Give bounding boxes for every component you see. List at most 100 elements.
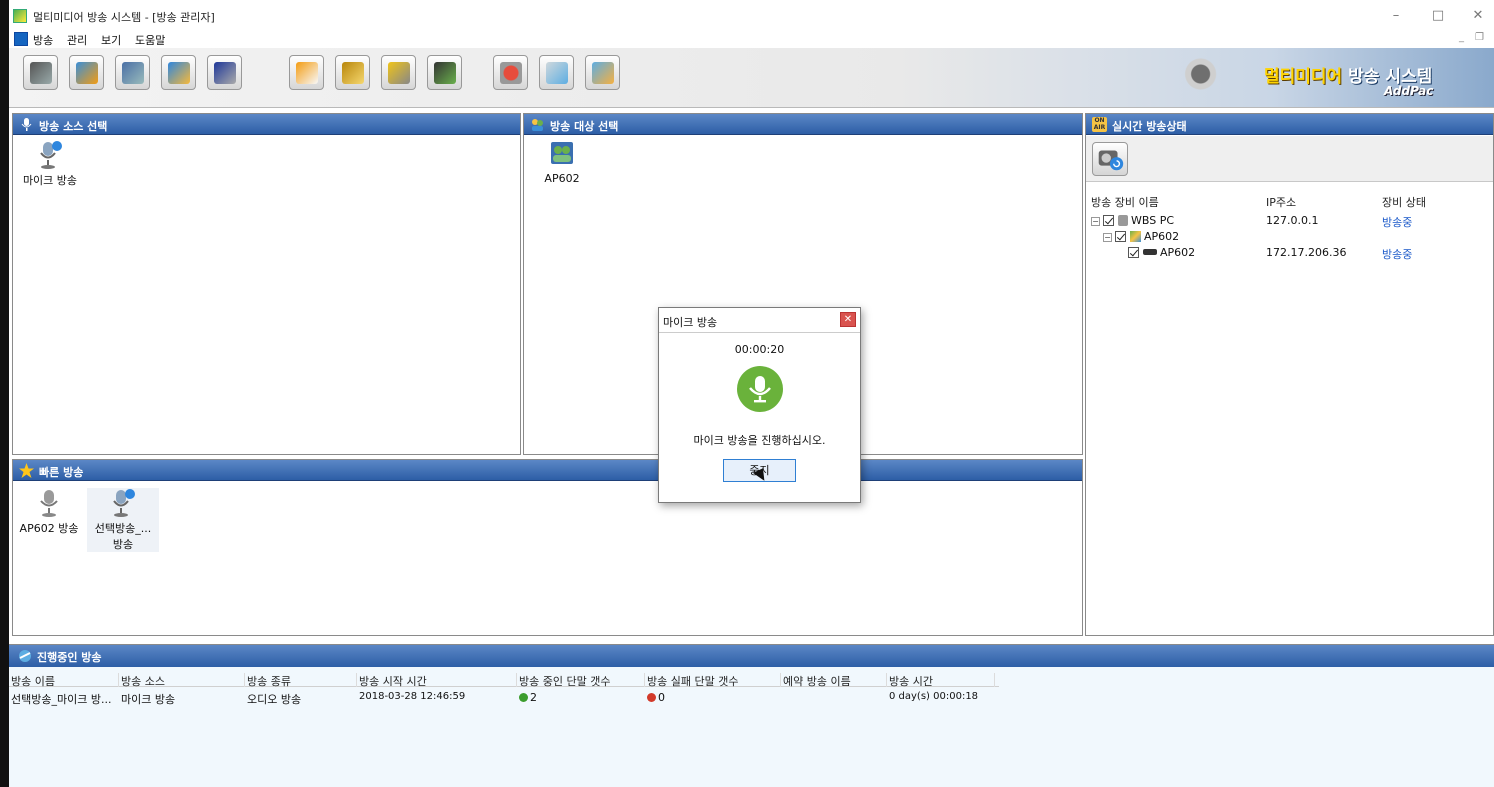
group-icon [551,142,573,164]
toolbar-icon-2[interactable] [69,55,104,90]
row-duration: 0 day(s) 00:00:18 [889,691,979,702]
camera-refresh-icon[interactable] [1092,142,1128,176]
toolbar-icon-7[interactable] [335,55,370,90]
col-duration[interactable]: 방송 시간 [887,673,995,688]
menu-view[interactable]: 보기 [101,32,121,48]
brand-addpac: AddPac [1384,84,1434,98]
main-toolbar: 멀티미디어 방송 시스템 AddPac [9,48,1494,108]
col-source[interactable]: 방송 소스 [119,673,245,688]
quick-panel: 빠른 방송 AP602 방송 선택방송_... 방송 [12,459,1083,636]
source-panel-title: 방송 소스 선택 [39,120,108,133]
device-name: AP602 [1144,230,1180,243]
group-icon [532,119,543,131]
col-type[interactable]: 방송 종류 [245,673,357,688]
realtime-panel-title: 실시간 방송상태 [1112,120,1187,133]
window-left-edge [0,0,9,787]
mdi-restore-icon[interactable]: ❐ [1475,32,1484,43]
close-icon[interactable]: ✕ [1463,6,1493,26]
error-icon [647,693,656,702]
toolbar-icon-12[interactable] [585,55,620,90]
col-ip: IP주소 [1266,196,1297,209]
menu-bar: 방송 관리 보기 도움말 _ ❐ [9,30,1494,48]
checkbox[interactable] [1115,231,1126,242]
menu-manage[interactable]: 관리 [67,32,87,48]
collapse-icon[interactable]: − [1091,217,1100,226]
mdi-minimize-icon[interactable]: _ [1459,32,1464,43]
toolbar-icon-11[interactable] [539,55,574,90]
toolbar-icon-9[interactable] [427,55,462,90]
dialog-message: 마이크 방송을 진행하십시오. [693,434,826,447]
realtime-panel: ON AIR 실시간 방송상태 방송 장비 이름 IP주소 장비 상태 − WB… [1085,113,1494,636]
minimize-icon[interactable]: – [1381,6,1411,26]
col-active-count[interactable]: 방송 중인 단말 갯수 [517,673,645,688]
dialog-timer: 00:00:20 [734,343,785,356]
quick-panel-header: 빠른 방송 [13,460,1082,481]
dialog-title: 마이크 방송 [663,316,718,329]
close-icon[interactable]: ✕ [840,312,856,327]
col-device-name: 방송 장비 이름 [1091,196,1159,209]
pc-icon [1117,215,1128,226]
check-icon [519,693,528,702]
row-fail-count: 0 [647,691,665,704]
row-active-count: 2 [519,691,537,704]
device-name: AP602 [1160,246,1196,259]
toolbar-icon-6[interactable] [289,55,324,90]
toolbar-icon-3[interactable] [115,55,150,90]
col-name[interactable]: 방송 이름 [9,673,119,688]
quick-item-label-2: 방송 [112,538,134,551]
menu-broadcast[interactable]: 방송 [33,32,53,48]
toolbar-icon-8[interactable] [381,55,416,90]
microphone-icon [21,118,32,131]
toolbar-icon-5[interactable] [207,55,242,90]
checkbox[interactable] [1128,247,1139,258]
toolbar-icon-10[interactable] [493,55,528,90]
active-grid-header: 방송 이름 방송 소스 방송 종류 방송 시작 시간 방송 중인 단말 갯수 방… [9,671,999,688]
tree-row-ap602-device[interactable]: AP602 [1128,246,1195,259]
menu-help[interactable]: 도움말 [135,32,165,48]
on-air-icon: ON AIR [1092,117,1107,132]
microphone-icon [40,141,62,169]
col-reserved[interactable]: 예약 방송 이름 [781,673,887,688]
device-ip: 172.17.206.36 [1266,246,1347,259]
active-panel-header: 진행중인 방송 [9,645,1494,667]
active-broadcast-panel: 진행중인 방송 방송 이름 방송 소스 방송 종류 방송 시작 시간 방송 중인… [9,644,1494,787]
mdi-document-icon[interactable] [14,32,28,46]
target-panel-header: 방송 대상 선택 [524,114,1082,135]
target-item-ap602[interactable]: AP602 [532,140,592,185]
tree-row-ap602-group[interactable]: − AP602 [1103,230,1179,243]
device-status: 방송중 [1382,248,1413,261]
star-icon [19,463,34,478]
microphone-icon [113,489,135,517]
window-titlebar: 멀티미디어 방송 시스템 - [방송 관리자] – □ ✕ [9,0,1494,30]
row-source: 마이크 방송 [121,693,176,706]
col-fail-count[interactable]: 방송 실패 단말 갯수 [645,673,781,688]
target-item-label: AP602 [544,172,580,185]
device-ip: 127.0.0.1 [1266,214,1319,227]
source-item-mic[interactable]: 마이크 방송 [15,140,85,188]
app-icon [13,9,27,23]
target-panel-title: 방송 대상 선택 [550,120,619,133]
quick-item-ap602[interactable]: AP602 방송 [17,488,81,536]
source-panel-header: 방송 소스 선택 [13,114,520,135]
tree-row-wbs-pc[interactable]: − WBS PC [1091,214,1174,227]
quick-item-selected[interactable]: 선택방송_... 방송 [87,488,159,552]
collapse-icon[interactable]: − [1103,233,1112,242]
row-name: 선택방송_마이크 방... [11,693,112,706]
dialog-divider [659,332,860,333]
row-start: 2018-03-28 12:46:59 [359,691,466,702]
realtime-toolbar [1086,136,1493,182]
source-panel: 방송 소스 선택 마이크 방송 [12,113,521,455]
checkbox[interactable] [1103,215,1114,226]
group-icon [1129,231,1141,242]
broadcast-icon [19,650,31,662]
quick-item-label: AP602 방송 [19,522,79,535]
mic-broadcast-dialog: 마이크 방송 ✕ 00:00:20 마이크 방송을 진행하십시오. 중지 [658,307,861,503]
toolbar-icon-4[interactable] [161,55,196,90]
col-status: 장비 상태 [1382,196,1426,209]
col-start-time[interactable]: 방송 시작 시간 [357,673,517,688]
source-item-label: 마이크 방송 [22,174,78,187]
microphone-icon [737,366,783,412]
realtime-panel-header: ON AIR 실시간 방송상태 [1086,114,1493,135]
maximize-icon[interactable]: □ [1423,6,1453,26]
toolbar-icon-1[interactable] [23,55,58,90]
